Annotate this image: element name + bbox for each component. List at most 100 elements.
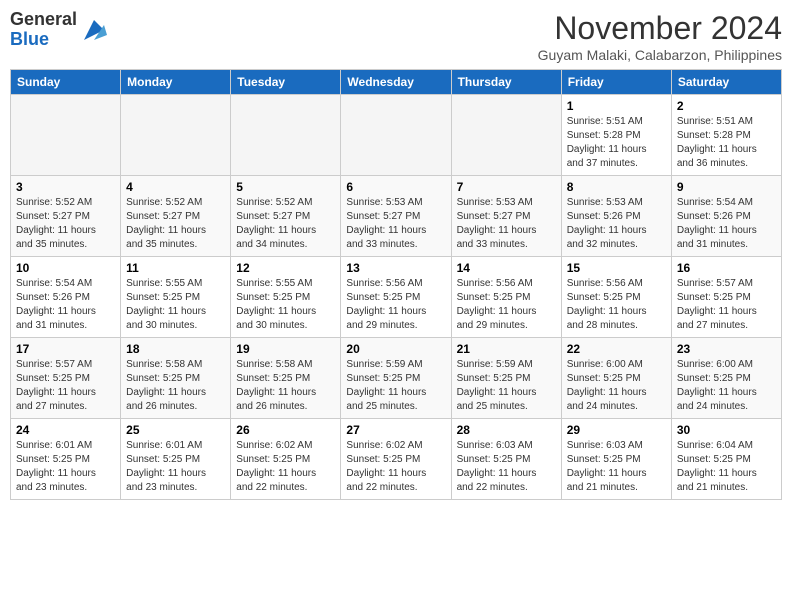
day-number: 28 [457,423,556,437]
day-number: 11 [126,261,225,275]
day-info: Sunrise: 5:56 AMSunset: 5:25 PMDaylight:… [567,277,666,333]
calendar-cell: 13 Sunrise: 5:56 AMSunset: 5:25 PMDayligh… [341,257,451,338]
day-number: 2 [677,99,776,113]
day-number: 27 [346,423,445,437]
day-number: 14 [457,261,556,275]
day-info: Sunrise: 5:54 AMSunset: 5:26 PMDaylight:… [677,196,776,252]
calendar-cell: 16 Sunrise: 5:57 AMSunset: 5:25 PMDayligh… [671,257,781,338]
calendar-cell: 9 Sunrise: 5:54 AMSunset: 5:26 PMDaylight… [671,176,781,257]
calendar-cell [231,95,341,176]
location: Guyam Malaki, Calabarzon, Philippines [538,47,782,63]
day-info: Sunrise: 5:59 AMSunset: 5:25 PMDaylight:… [346,358,445,414]
day-number: 10 [16,261,115,275]
day-info: Sunrise: 5:58 AMSunset: 5:25 PMDaylight:… [236,358,335,414]
logo-text: General Blue [10,10,77,50]
day-number: 18 [126,342,225,356]
calendar-cell [341,95,451,176]
title-section: November 2024 Guyam Malaki, Calabarzon, … [538,10,782,63]
day-info: Sunrise: 5:56 AMSunset: 5:25 PMDaylight:… [457,277,556,333]
logo-icon [79,15,109,45]
day-info: Sunrise: 5:52 AMSunset: 5:27 PMDaylight:… [16,196,115,252]
day-info: Sunrise: 6:00 AMSunset: 5:25 PMDaylight:… [677,358,776,414]
day-info: Sunrise: 5:52 AMSunset: 5:27 PMDaylight:… [236,196,335,252]
col-header-saturday: Saturday [671,70,781,95]
calendar-cell [121,95,231,176]
calendar-cell: 15 Sunrise: 5:56 AMSunset: 5:25 PMDayligh… [561,257,671,338]
calendar-cell: 5 Sunrise: 5:52 AMSunset: 5:27 PMDaylight… [231,176,341,257]
calendar-cell: 24 Sunrise: 6:01 AMSunset: 5:25 PMDayligh… [11,419,121,500]
day-info: Sunrise: 5:57 AMSunset: 5:25 PMDaylight:… [16,358,115,414]
calendar-header-row: SundayMondayTuesdayWednesdayThursdayFrid… [11,70,782,95]
day-number: 7 [457,180,556,194]
day-number: 9 [677,180,776,194]
day-info: Sunrise: 5:53 AMSunset: 5:27 PMDaylight:… [346,196,445,252]
day-number: 8 [567,180,666,194]
day-number: 6 [346,180,445,194]
calendar-cell: 27Sunrise: 6:02 AMSunset: 5:25 PMDayligh… [341,419,451,500]
calendar-cell: 10 Sunrise: 5:54 AMSunset: 5:26 PMDayligh… [11,257,121,338]
day-number: 29 [567,423,666,437]
day-info: Sunrise: 6:04 AMSunset: 5:25 PMDaylight:… [677,439,776,495]
day-info: Sunrise: 5:59 AMSunset: 5:25 PMDaylight:… [457,358,556,414]
calendar-table: SundayMondayTuesdayWednesdayThursdayFrid… [10,69,782,500]
logo-blue: Blue [10,29,49,49]
day-number: 24 [16,423,115,437]
day-info: Sunrise: 5:53 AMSunset: 5:26 PMDaylight:… [567,196,666,252]
calendar-cell: 20 Sunrise: 5:59 AMSunset: 5:25 PMDayligh… [341,338,451,419]
day-number: 12 [236,261,335,275]
col-header-wednesday: Wednesday [341,70,451,95]
calendar-cell: 19Sunrise: 5:58 AMSunset: 5:25 PMDayligh… [231,338,341,419]
day-number: 15 [567,261,666,275]
calendar-week-row: 1Sunrise: 5:51 AMSunset: 5:28 PMDaylight… [11,95,782,176]
day-number: 26 [236,423,335,437]
calendar-cell: 30 Sunrise: 6:04 AMSunset: 5:25 PMDayligh… [671,419,781,500]
day-number: 13 [346,261,445,275]
day-number: 30 [677,423,776,437]
day-number: 17 [16,342,115,356]
calendar-cell: 22Sunrise: 6:00 AMSunset: 5:25 PMDayligh… [561,338,671,419]
calendar-week-row: 3Sunrise: 5:52 AMSunset: 5:27 PMDaylight… [11,176,782,257]
day-info: Sunrise: 5:56 AMSunset: 5:25 PMDaylight:… [346,277,445,333]
day-number: 25 [126,423,225,437]
calendar-cell: 8 Sunrise: 5:53 AMSunset: 5:26 PMDaylight… [561,176,671,257]
calendar-cell: 28 Sunrise: 6:03 AMSunset: 5:25 PMDayligh… [451,419,561,500]
day-info: Sunrise: 6:03 AMSunset: 5:25 PMDaylight:… [457,439,556,495]
col-header-thursday: Thursday [451,70,561,95]
day-number: 21 [457,342,556,356]
calendar-cell: 21 Sunrise: 5:59 AMSunset: 5:25 PMDayligh… [451,338,561,419]
day-info: Sunrise: 5:52 AMSunset: 5:27 PMDaylight:… [126,196,225,252]
day-info: Sunrise: 6:01 AMSunset: 5:25 PMDaylight:… [16,439,115,495]
calendar-cell: 1Sunrise: 5:51 AMSunset: 5:28 PMDaylight… [561,95,671,176]
day-info: Sunrise: 6:02 AMSunset: 5:25 PMDaylight:… [236,439,335,495]
calendar-cell [451,95,561,176]
calendar-cell: 14 Sunrise: 5:56 AMSunset: 5:25 PMDayligh… [451,257,561,338]
calendar-cell: 11 Sunrise: 5:55 AMSunset: 5:25 PMDayligh… [121,257,231,338]
day-number: 1 [567,99,666,113]
day-number: 20 [346,342,445,356]
calendar-cell: 7 Sunrise: 5:53 AMSunset: 5:27 PMDaylight… [451,176,561,257]
col-header-friday: Friday [561,70,671,95]
page-header: General Blue November 2024 Guyam Malaki,… [10,10,782,63]
day-info: Sunrise: 5:57 AMSunset: 5:25 PMDaylight:… [677,277,776,333]
day-number: 4 [126,180,225,194]
calendar-cell: 26 Sunrise: 6:02 AMSunset: 5:25 PMDayligh… [231,419,341,500]
day-info: Sunrise: 6:00 AMSunset: 5:25 PMDaylight:… [567,358,666,414]
calendar-week-row: 24 Sunrise: 6:01 AMSunset: 5:25 PMDayligh… [11,419,782,500]
logo: General Blue [10,10,109,50]
day-number: 16 [677,261,776,275]
calendar-cell [11,95,121,176]
day-info: Sunrise: 5:53 AMSunset: 5:27 PMDaylight:… [457,196,556,252]
day-info: Sunrise: 5:55 AMSunset: 5:25 PMDaylight:… [126,277,225,333]
month-title: November 2024 [538,10,782,47]
calendar-cell: 25 Sunrise: 6:01 AMSunset: 5:25 PMDayligh… [121,419,231,500]
day-number: 23 [677,342,776,356]
day-info: Sunrise: 6:01 AMSunset: 5:25 PMDaylight:… [126,439,225,495]
calendar-cell: 23 Sunrise: 6:00 AMSunset: 5:25 PMDayligh… [671,338,781,419]
day-info: Sunrise: 6:03 AMSunset: 5:25 PMDaylight:… [567,439,666,495]
logo-general: General [10,9,77,29]
col-header-sunday: Sunday [11,70,121,95]
day-number: 5 [236,180,335,194]
calendar-cell: 4 Sunrise: 5:52 AMSunset: 5:27 PMDaylight… [121,176,231,257]
calendar-cell: 6 Sunrise: 5:53 AMSunset: 5:27 PMDaylight… [341,176,451,257]
day-info: Sunrise: 5:54 AMSunset: 5:26 PMDaylight:… [16,277,115,333]
